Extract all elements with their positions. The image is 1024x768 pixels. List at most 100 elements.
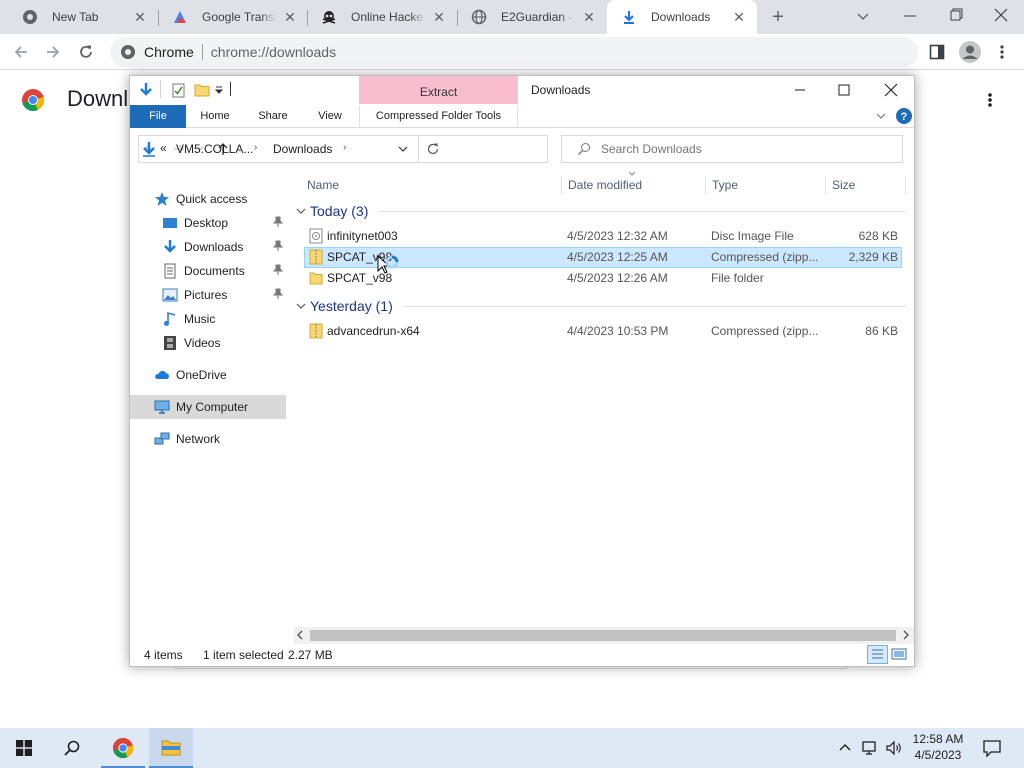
search-icon[interactable] — [63, 739, 81, 757]
nav-videos[interactable]: Videos — [130, 331, 286, 355]
volume-icon[interactable] — [885, 739, 903, 757]
address-bar[interactable]: « VM5.COLLA... › Downloads › — [138, 135, 548, 163]
forward-arrow-icon[interactable] — [44, 43, 62, 61]
close-tab-icon[interactable]: ✕ — [282, 9, 298, 25]
nav-onedrive[interactable]: OneDrive — [130, 363, 286, 387]
ribbon-tab-file[interactable]: File — [130, 105, 186, 128]
breadcrumb-chevron-icon[interactable]: › — [254, 142, 257, 153]
nav-label: Network — [176, 432, 221, 446]
pin-icon[interactable] — [273, 288, 283, 300]
ribbon-tab-home[interactable]: Home — [190, 105, 240, 128]
nav-documents[interactable]: Documents — [130, 259, 286, 283]
collapse-chevron-icon[interactable] — [296, 302, 306, 310]
close-tab-icon[interactable]: ✕ — [431, 9, 447, 25]
explorer-title-bar: Extract Downloads — [130, 76, 914, 104]
nav-downloads[interactable]: Downloads — [130, 235, 286, 259]
show-hidden-icons-chevron-icon[interactable] — [838, 742, 852, 752]
close-tab-icon[interactable]: ✕ — [731, 9, 747, 25]
breadcrumb-root[interactable]: VM5.COLLA... — [176, 142, 253, 156]
nav-desktop[interactable]: Desktop — [130, 211, 286, 235]
new-tab-plus-icon[interactable]: + — [768, 7, 788, 27]
breadcrumb-current[interactable]: Downloads — [273, 142, 332, 156]
network-icon — [154, 431, 170, 447]
page-menu-icon[interactable] — [983, 91, 997, 109]
ribbon-tab-share[interactable]: Share — [248, 105, 298, 128]
expand-ribbon-chevron-icon[interactable] — [875, 111, 887, 121]
window-title: Downloads — [531, 83, 591, 97]
network-status-icon[interactable] — [862, 739, 880, 757]
breadcrumb-chevron-icon[interactable]: › — [343, 142, 346, 153]
nav-label: Documents — [184, 264, 245, 278]
close-tab-icon[interactable]: ✕ — [132, 9, 148, 25]
column-header-name[interactable]: Name — [307, 171, 339, 199]
address-history-chevron-icon[interactable] — [398, 145, 408, 153]
details-view-icon[interactable] — [867, 645, 888, 664]
file-type: Compressed (zipp... — [711, 250, 819, 264]
help-icon[interactable]: ? — [896, 108, 912, 124]
nav-network[interactable]: Network — [130, 427, 286, 451]
pin-icon[interactable] — [273, 240, 283, 252]
horizontal-scrollbar[interactable] — [294, 627, 914, 644]
file-row[interactable]: infinitynet003 4/5/2023 12:32 AM Disc Im… — [304, 226, 902, 247]
group-header-today[interactable]: Today (3) — [294, 200, 906, 222]
windows-start-icon[interactable] — [16, 740, 32, 756]
taskbar-file-explorer-button[interactable] — [149, 728, 193, 768]
reload-icon[interactable] — [77, 43, 95, 61]
explorer-maximize-icon[interactable] — [836, 82, 852, 98]
search-box[interactable] — [561, 135, 903, 163]
collapse-chevron-icon[interactable] — [296, 207, 306, 215]
quick-access-toolbar-dropdown-icon[interactable] — [214, 85, 224, 95]
minimize-icon[interactable] — [900, 8, 920, 24]
back-arrow-icon[interactable] — [12, 43, 30, 61]
tab-online-hacker-simulator[interactable]: Online Hacker Simulator ✕ — [307, 0, 457, 34]
group-header-yesterday[interactable]: Yesterday (1) — [294, 295, 906, 317]
pin-icon[interactable] — [273, 264, 283, 276]
refresh-icon[interactable] — [425, 141, 441, 157]
file-name: advancedrun-x64 — [327, 324, 420, 338]
properties-icon[interactable] — [172, 83, 186, 98]
column-header-date-modified[interactable]: Date modified — [568, 171, 642, 199]
tab-new-tab[interactable]: New Tab ✕ — [8, 0, 158, 34]
computer-icon — [154, 399, 170, 415]
close-tab-icon[interactable]: ✕ — [581, 9, 597, 25]
search-input[interactable] — [601, 142, 881, 156]
clock[interactable]: 12:58 AM 4/5/2023 — [903, 731, 973, 763]
star-icon — [154, 191, 170, 207]
taskbar-chrome-button[interactable] — [101, 728, 145, 768]
large-icons-view-icon[interactable] — [891, 647, 907, 661]
file-row[interactable]: SPCAT_v98 4/5/2023 12:26 AM File folder — [304, 268, 902, 289]
omnibox-url[interactable]: chrome://downloads — [211, 44, 336, 60]
column-header-type[interactable]: Type — [712, 171, 738, 199]
pin-icon[interactable] — [273, 216, 283, 228]
tab-search-chevron-icon[interactable] — [855, 8, 871, 24]
tab-e2guardian[interactable]: E2Guardian - Access Denied ✕ — [457, 0, 607, 34]
restore-icon[interactable] — [946, 6, 966, 24]
nav-quick-access[interactable]: Quick access — [130, 187, 286, 211]
column-header-size[interactable]: Size — [832, 171, 855, 199]
new-folder-icon[interactable] — [194, 83, 210, 97]
translate-icon — [172, 9, 188, 25]
file-row[interactable]: advancedrun-x64 4/4/2023 10:53 PM Compre… — [304, 321, 902, 342]
omnibox[interactable]: Chrome chrome://downloads — [110, 37, 918, 67]
explorer-close-icon[interactable] — [883, 82, 899, 98]
profile-avatar-icon[interactable] — [958, 40, 982, 64]
scroll-left-icon[interactable] — [296, 630, 304, 640]
ribbon-tab-view[interactable]: View — [306, 105, 354, 128]
nav-music[interactable]: Music — [130, 307, 286, 331]
nav-my-computer[interactable]: My Computer — [130, 395, 286, 419]
tab-downloads[interactable]: Downloads ✕ — [607, 0, 757, 34]
side-panel-icon[interactable] — [928, 43, 946, 61]
nav-pictures[interactable]: Pictures — [130, 283, 286, 307]
close-window-icon[interactable] — [992, 6, 1010, 24]
chrome-tab-strip: New Tab ✕ Google Translate ✕ Online Hack… — [0, 0, 1024, 34]
tab-google-translate[interactable]: Google Translate ✕ — [158, 0, 308, 34]
nav-label: Pictures — [184, 288, 228, 302]
breadcrumb-overflow[interactable]: « — [160, 141, 167, 155]
scroll-right-icon[interactable] — [902, 630, 910, 640]
ribbon-tab-compressed-folder-tools[interactable]: Compressed Folder Tools — [359, 105, 518, 128]
notifications-icon[interactable] — [982, 738, 1002, 758]
scrollbar-thumb[interactable] — [310, 630, 896, 641]
explorer-minimize-icon[interactable] — [790, 82, 810, 98]
chrome-menu-icon[interactable] — [995, 43, 1009, 61]
tab-title: Online Hacker Simulator — [351, 10, 425, 24]
